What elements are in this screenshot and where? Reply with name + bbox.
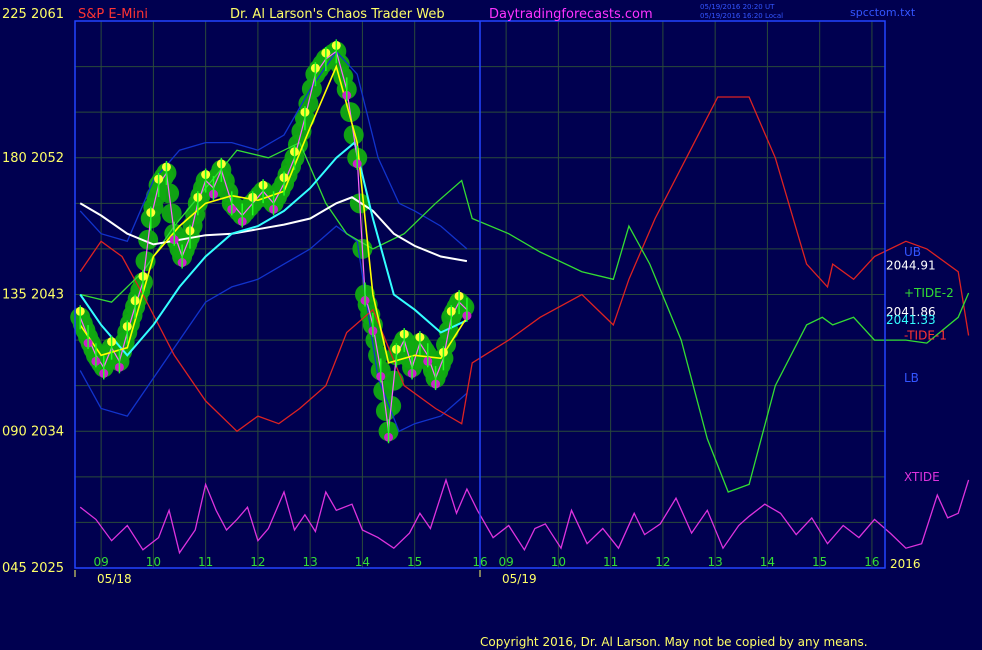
y-left-top-tick: 225 2061: [2, 7, 64, 22]
x-hour-label: 14: [760, 555, 775, 569]
y-tick-label: 045 2025: [2, 561, 64, 576]
timestamp-ut: 05/19/2016 20:20 UT: [700, 3, 775, 11]
x-hour-label: 11: [198, 555, 213, 569]
right-label: LB: [904, 371, 919, 385]
x-hour-label: 11: [603, 555, 618, 569]
date-label: 05/19: [502, 572, 537, 586]
x-hour-label: 15: [407, 555, 422, 569]
symbol-title: S&P E-Mini: [78, 7, 148, 22]
year-label: 2016: [890, 557, 921, 571]
right-label: 2041.33: [886, 313, 936, 327]
x-hour-label: 16: [864, 555, 879, 569]
x-hour-label: 12: [655, 555, 670, 569]
chart-background: [0, 0, 982, 650]
y-tick-label: 135 2043: [2, 288, 64, 303]
copyright-notice: Copyright 2016, Dr. Al Larson. May not b…: [480, 635, 868, 649]
y-tick-label: 090 2034: [2, 424, 64, 439]
x-hour-label: 13: [303, 555, 318, 569]
x-hour-label: 12: [250, 555, 265, 569]
x-hour-label: 09: [93, 555, 108, 569]
y-tick-label: 180 2052: [2, 151, 64, 166]
x-hour-label: 14: [355, 555, 370, 569]
x-hour-label: 09: [498, 555, 513, 569]
right-label: XTIDE: [904, 470, 940, 484]
x-hour-label: 13: [708, 555, 723, 569]
author-title: Dr. Al Larson's Chaos Trader Web: [230, 7, 445, 22]
data-file-name: spcctom.txt: [850, 6, 916, 19]
x-hour-label: 16: [472, 555, 487, 569]
right-label: 2044.91: [886, 258, 936, 272]
date-label: 05/18: [97, 572, 132, 586]
right-label: UB: [904, 245, 921, 259]
site-title: Daytradingforecasts.com: [489, 7, 653, 22]
x-hour-label: 10: [146, 555, 161, 569]
right-label: -TIDE-1: [904, 329, 947, 343]
right-label: +TIDE-2: [904, 286, 954, 300]
x-hour-label: 15: [812, 555, 827, 569]
x-hour-label: 10: [551, 555, 566, 569]
timestamp-local: 05/19/2016 16:20 Local: [700, 12, 783, 20]
chaos-trader-chart: 180 2052 135 2043 090 2034 045 2025 09 10 11 12…: [0, 0, 982, 650]
